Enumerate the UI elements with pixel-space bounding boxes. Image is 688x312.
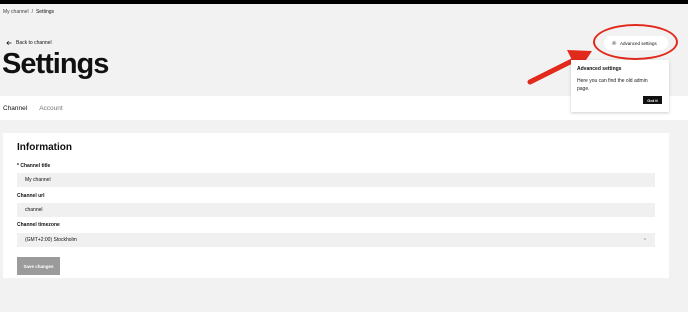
annotation-arrow <box>527 50 592 85</box>
popover-text: Here you can find the old admin page. <box>577 78 648 92</box>
popover-heading: Advanced settings <box>577 66 622 72</box>
advanced-settings-popover: Advanced settings Here you can find the … <box>571 60 669 112</box>
got-it-button[interactable]: Got it <box>643 96 662 104</box>
